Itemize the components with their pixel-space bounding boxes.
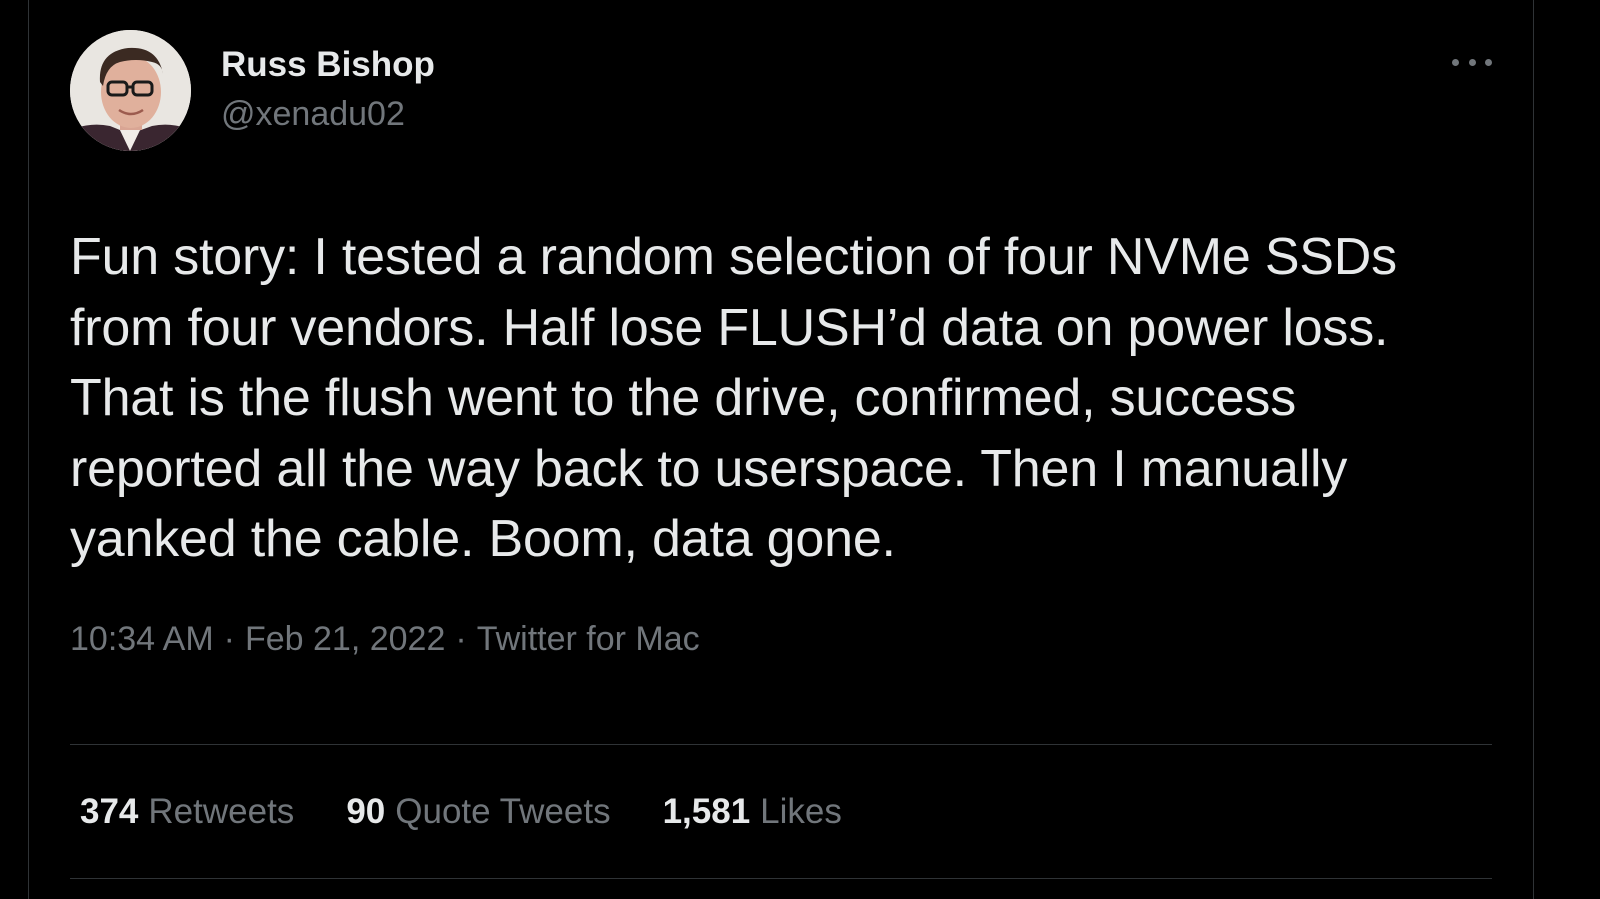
display-name[interactable]: Russ Bishop [221, 44, 435, 86]
tweet-date[interactable]: Feb 21, 2022 [245, 620, 445, 658]
likes-label: Likes [760, 792, 842, 831]
column-border-left [28, 0, 29, 899]
more-horizontal-icon-dot [1485, 58, 1492, 66]
retweets-label: Retweets [148, 792, 295, 831]
likes-stat[interactable]: 1,581 Likes [663, 790, 842, 834]
retweets-count: 374 [80, 792, 139, 831]
avatar-image [70, 30, 191, 151]
tweet-meta: 10:34 AM · Feb 21, 2022 · Twitter for Mac [70, 618, 1492, 660]
user-handle[interactable]: @xenadu02 [221, 94, 435, 134]
tweet-header: Russ Bishop @xenadu02 [70, 30, 1492, 152]
tweet-source[interactable]: Twitter for Mac [477, 620, 700, 658]
tweet-text: Fun story: I tested a random selection o… [70, 228, 1397, 568]
column-border-right [1533, 0, 1534, 899]
quote-tweets-label: Quote Tweets [395, 792, 611, 831]
tweet: Russ Bishop @xenadu02 Fun story: I teste… [70, 30, 1492, 660]
tweet-time[interactable]: 10:34 AM [70, 620, 214, 658]
more-options-button[interactable] [1452, 52, 1492, 72]
stats-divider-bottom [70, 878, 1492, 879]
quote-tweets-count: 90 [346, 792, 386, 831]
meta-separator: · [455, 619, 467, 658]
meta-separator: · [223, 619, 235, 658]
tweet-stats: 374 Retweets 90 Quote Tweets 1,581 Likes [80, 790, 894, 834]
quote-tweets-stat[interactable]: 90 Quote Tweets [346, 790, 610, 834]
avatar[interactable] [70, 30, 191, 151]
likes-count: 1,581 [662, 792, 751, 831]
more-horizontal-icon-dot [1468, 58, 1476, 66]
more-horizontal-icon [1452, 58, 1459, 66]
retweets-stat[interactable]: 374 Retweets [80, 790, 294, 834]
stats-divider-top [70, 744, 1492, 745]
user-info: Russ Bishop @xenadu02 [221, 44, 435, 134]
